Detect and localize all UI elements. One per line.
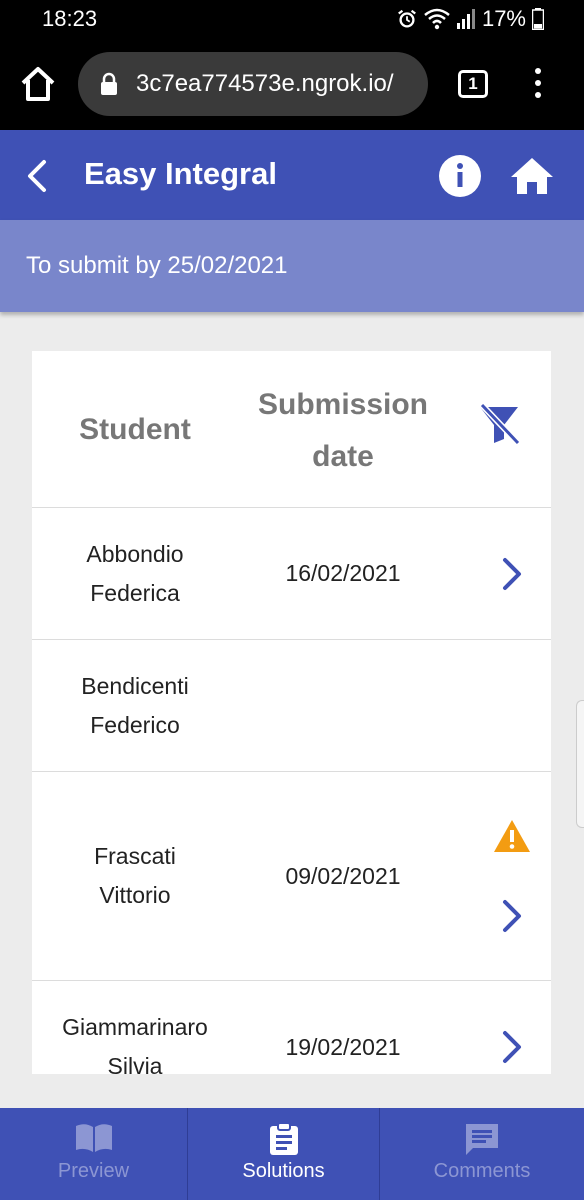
table-row[interactable]: Giammarinaro Silvia 19/02/2021 (32, 981, 551, 1074)
info-icon[interactable] (438, 154, 482, 198)
table-row[interactable]: Frascati Vittorio 09/02/2021 (32, 772, 551, 981)
alarm-icon (398, 9, 416, 28)
name-line: Frascati (94, 843, 176, 869)
chevron-right-icon[interactable] (496, 1027, 528, 1067)
status-icons: 17% (396, 6, 544, 32)
back-arrow-icon[interactable] (18, 156, 58, 196)
app-bar: Easy Integral (0, 130, 584, 220)
name-line: Vittorio (99, 882, 171, 908)
filter-off-icon[interactable] (476, 401, 522, 447)
name-line: Federico (90, 711, 180, 738)
column-header-line: date (312, 440, 374, 473)
student-name: Abbondio Federica (32, 508, 238, 639)
column-header-student[interactable]: Student (32, 351, 238, 508)
warning-icon (494, 820, 530, 852)
student-name: Bendicenti Federico (32, 640, 238, 771)
status-time: 18:23 (42, 6, 98, 31)
page-title: Easy Integral (84, 156, 277, 191)
status-bar: 18:23 17% (0, 0, 584, 40)
chevron-right-icon[interactable] (496, 896, 528, 936)
address-bar[interactable]: 3c7ea774573e.ngrok.io/ (78, 52, 428, 116)
wifi-icon (424, 8, 450, 30)
name-line: Abbondio (86, 540, 184, 567)
submission-date: 19/02/2021 (285, 1033, 401, 1060)
column-header-submission-date[interactable]: Submission date (238, 379, 448, 483)
tab-comments[interactable]: Comments (380, 1108, 584, 1200)
tab-label: Preview (57, 1160, 130, 1182)
home-icon[interactable] (18, 64, 58, 104)
tab-label: Comments (433, 1160, 531, 1182)
home-icon[interactable] (508, 152, 556, 200)
name-line: Federica (90, 579, 180, 606)
name-line: Bendicenti (81, 672, 189, 699)
submission-date: 16/02/2021 (285, 560, 401, 586)
url-text: 3c7ea774573e.ngrok.io/ (136, 70, 394, 97)
name-line: Giammarinaro (62, 1014, 208, 1040)
submission-date: 09/02/2021 (285, 862, 401, 889)
comment-icon (466, 1124, 498, 1155)
tabs-icon[interactable]: 1 (458, 70, 488, 98)
deadline-text: To submit by 25/02/2021 (26, 252, 288, 279)
chevron-right-icon[interactable] (496, 554, 528, 594)
tab-label: Solutions (242, 1160, 325, 1182)
student-name: Frascati Vittorio (32, 772, 238, 980)
battery-icon (532, 8, 544, 30)
table-header: Student Submission date (32, 351, 551, 508)
submission-date (238, 640, 448, 771)
table-row[interactable]: Bendicenti Federico (32, 640, 551, 772)
tab-solutions[interactable]: Solutions (188, 1108, 379, 1200)
clipboard-icon (269, 1122, 298, 1155)
deadline-banner: To submit by 25/02/2021 (0, 220, 584, 312)
column-header-line: Submission (257, 388, 429, 421)
lock-icon (101, 72, 117, 95)
name-line: Silvia (107, 1053, 163, 1074)
edge-panel-handle[interactable] (576, 700, 584, 828)
bottom-navigation: Preview Solutions Comments (0, 1108, 584, 1200)
kebab-menu-icon[interactable] (530, 68, 546, 102)
signal-icon (456, 9, 475, 29)
battery-percent: 17% (481, 6, 526, 31)
student-name: Giammarinaro Silvia (32, 981, 238, 1074)
browser-toolbar: 3c7ea774573e.ngrok.io/ 1 (0, 40, 584, 130)
tab-preview[interactable]: Preview (0, 1108, 187, 1200)
submissions-table: Student Submission date Abbondio Federica… (32, 351, 551, 1074)
table-row[interactable]: Abbondio Federica 16/02/2021 (32, 508, 551, 640)
book-icon (75, 1124, 112, 1152)
